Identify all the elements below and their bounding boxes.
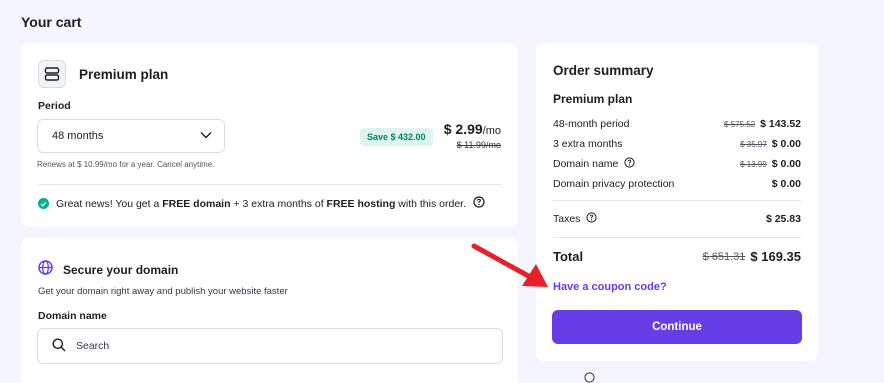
promo-text: Great news! You get a FREE domain + 3 ex…	[56, 197, 466, 210]
row-label: 48-month period	[553, 118, 630, 130]
summary-row: 3 extra months $ 35.97 $ 0.00	[553, 134, 801, 154]
total-value: $ 169.35	[750, 249, 801, 264]
row-value: $ 0.00	[771, 138, 801, 150]
check-circle-icon	[38, 198, 49, 209]
globe-icon	[38, 260, 53, 280]
row-value: $ 143.52	[760, 118, 801, 130]
domain-card: Secure your domain Get your domain right…	[21, 238, 518, 383]
row-label: Domain privacy protection	[553, 178, 675, 190]
domain-search-box[interactable]	[37, 328, 503, 364]
divider	[38, 184, 501, 185]
promo-message: Great news! You get a FREE domain + 3 ex…	[38, 196, 485, 211]
summary-row: 48-month period $ 575.52 $ 143.52	[553, 114, 801, 134]
summary-rows: 48-month period $ 575.52 $ 143.52 3 extra…	[553, 114, 801, 194]
info-icon[interactable]	[473, 196, 485, 211]
taxes-label: Taxes	[553, 213, 581, 225]
old-price: $ 11.99/mo	[456, 140, 501, 150]
price-unit: /mo	[482, 125, 501, 137]
order-summary-card: Order summary Premium plan 48-month peri…	[536, 43, 818, 361]
coupon-link[interactable]: Have a coupon code?	[553, 281, 667, 293]
summary-row: Domain name $ 13.99 $ 0.00	[553, 154, 801, 174]
row-label-wrap: Domain name	[553, 157, 635, 171]
summary-title: Order summary	[553, 63, 654, 78]
renew-note: Renews at $ 10.99/mo for a year. Cancel …	[37, 160, 215, 169]
row-old-price: $ 575.52	[723, 119, 756, 129]
guarantee-note	[584, 372, 595, 383]
divider	[553, 237, 801, 238]
period-value: 48 months	[52, 130, 104, 142]
row-label: 3 extra months	[553, 138, 623, 150]
continue-button[interactable]: Continue	[552, 310, 802, 344]
shield-icon	[584, 372, 595, 383]
domain-header: Secure your domain	[38, 260, 178, 280]
row-value: $ 0.00	[771, 158, 801, 170]
divider	[553, 200, 801, 201]
period-select[interactable]: 48 months	[37, 119, 225, 153]
taxes-value: $ 25.83	[765, 213, 801, 225]
page-title: Your cart	[21, 14, 82, 30]
domain-search-input[interactable]	[76, 340, 476, 352]
period-label: Period	[38, 100, 71, 112]
total-row: Total $ 651.31 $ 169.35	[553, 249, 801, 264]
plan-name: Premium plan	[79, 66, 169, 82]
annotation-arrow-icon	[471, 243, 548, 287]
domain-subtitle: Get your domain right away and publish y…	[38, 286, 288, 297]
summary-row: Domain privacy protection $ 0.00	[553, 174, 801, 194]
help-icon[interactable]	[624, 157, 635, 171]
taxes-row: Taxes $ 25.83	[553, 209, 801, 229]
plan-header: Premium plan	[38, 60, 168, 88]
total-label: Total	[553, 249, 584, 264]
summary-plan: Premium plan	[553, 92, 633, 106]
row-value: $ 0.00	[771, 178, 801, 190]
plan-card: Premium plan Period 48 months Save $ 432…	[21, 43, 518, 227]
row-label: Domain name	[553, 158, 619, 170]
domain-title: Secure your domain	[63, 263, 179, 277]
domain-name-label: Domain name	[38, 310, 107, 322]
server-icon	[38, 60, 66, 88]
row-old-price: $ 35.97	[740, 139, 767, 149]
row-old-price: $ 13.99	[740, 159, 767, 169]
taxes-label-wrap: Taxes	[553, 212, 598, 226]
price-block: $ 2.99/mo $ 11.99/mo	[444, 121, 501, 150]
search-icon	[52, 338, 66, 355]
total-old-price: $ 651.31	[702, 250, 746, 263]
help-icon[interactable]	[586, 212, 598, 226]
price: $ 2.99/mo	[443, 121, 501, 137]
save-badge: Save $ 432.00	[360, 128, 433, 146]
chevron-down-icon	[200, 130, 212, 142]
